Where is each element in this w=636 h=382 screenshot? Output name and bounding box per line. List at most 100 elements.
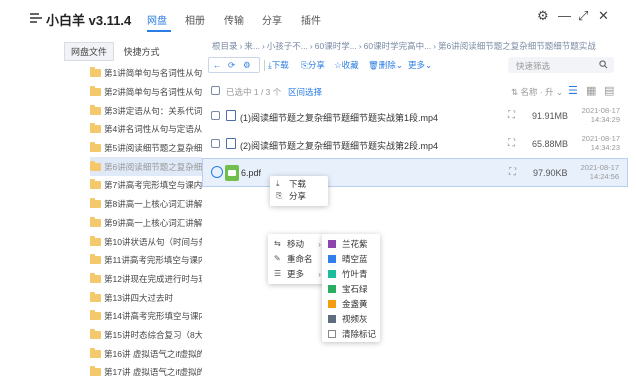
chevron-right-icon: › xyxy=(318,268,321,279)
search-icon[interactable] xyxy=(599,60,608,71)
grid-view-icon[interactable]: ▦ xyxy=(586,84,596,97)
color-tag-item[interactable]: 竹叶青 xyxy=(322,266,380,281)
breadcrumb-separator: › xyxy=(309,41,313,51)
folder-icon xyxy=(90,328,101,339)
folder-icon xyxy=(90,216,101,227)
folder-tree-item[interactable]: 第3讲定语从句：关系代词 xyxy=(90,101,202,120)
folder-tree-item[interactable]: 第14讲高考完形填空与课内 xyxy=(90,307,202,326)
tile-view-icon[interactable]: ▤ xyxy=(604,84,614,97)
file-row-selected[interactable]: 6.pdf ⛶ 97.90KB 2021-08-17 14:24:56 xyxy=(202,158,628,187)
breadcrumb-item[interactable]: 第6讲阅读细节题之复杂细节题细节题实战 xyxy=(438,41,596,51)
breadcrumb-item[interactable]: 根目录 xyxy=(212,41,238,51)
settings-small-icon[interactable]: ⚙ xyxy=(243,57,251,73)
breadcrumb-separator: › xyxy=(358,41,362,51)
menu-icon[interactable] xyxy=(28,10,44,26)
pdf-file-icon xyxy=(225,165,239,181)
folder-tree-item[interactable]: 第2讲简单句与名词性从句 xyxy=(90,83,202,102)
row-checkbox[interactable] xyxy=(211,111,220,120)
download-icon: ⤓ xyxy=(276,178,280,188)
color-tag-item[interactable]: 清除标记 xyxy=(322,326,380,341)
star-icon: ☆ xyxy=(334,59,342,70)
link-icon[interactable]: ⛶ xyxy=(508,138,515,149)
folder-tree-item[interactable]: 第13讲四大过去时 xyxy=(90,288,202,307)
left-tabs: 网盘文件 快捷方式 xyxy=(64,42,167,61)
folder-tree-item[interactable]: 第12讲现在完成进行时与现 xyxy=(90,270,202,289)
video-file-icon xyxy=(226,110,236,121)
select-all-checkbox[interactable] xyxy=(211,86,220,95)
color-tag-item[interactable]: 兰花紫 xyxy=(322,236,380,251)
list-view-icon[interactable]: ☰ xyxy=(568,84,578,97)
color-swatch xyxy=(328,269,336,278)
color-tag-item[interactable]: 视频灰 xyxy=(322,311,380,326)
share-icon: ⎘ xyxy=(276,191,283,200)
share-button[interactable]: ⎘ 分享 xyxy=(301,57,325,73)
maximize-icon[interactable]: ⤢ xyxy=(578,8,588,24)
tab-album[interactable]: 相册 xyxy=(185,12,205,27)
menu-item-move[interactable]: ⇆ 移动 › xyxy=(268,236,326,251)
tab-share[interactable]: 分享 xyxy=(262,12,282,27)
context-menu-top: ⤓ 下载 ⎘ 分享 xyxy=(270,176,328,206)
minimize-icon[interactable]: — xyxy=(558,8,571,23)
selected-check-icon[interactable] xyxy=(211,166,223,178)
folder-tree-item[interactable]: 第4讲名词性从句与定语从句 xyxy=(90,120,202,139)
toolbar: ← ⟳ ⚙ ⤓ 下载 ⎘ 分享 ☆ 收藏 🗑 删除 ⌄ 更多 ⌄ 快速筛选 xyxy=(208,57,628,75)
breadcrumb-item[interactable]: 来... xyxy=(244,41,260,51)
download-button[interactable]: ⤓ 下载 xyxy=(268,57,289,73)
folder-tree-item[interactable]: 第1讲简单句与名词性从句 xyxy=(90,64,202,83)
folder-tree-item[interactable]: 第8讲高一上核心词汇讲解 xyxy=(90,195,202,214)
folder-icon xyxy=(90,160,101,171)
search-input[interactable]: 快速筛选 xyxy=(508,57,614,73)
range-select-link[interactable]: 区间选择 xyxy=(288,86,322,98)
delete-button[interactable]: 🗑 删除 ⌄ xyxy=(368,57,403,73)
folder-tree-item[interactable]: 第6讲阅读细节题之复杂细节 xyxy=(90,157,202,177)
tab-netdisk-files[interactable]: 网盘文件 xyxy=(64,42,115,61)
folder-tree-item[interactable]: 第10讲状语从句（时间与条 xyxy=(90,232,202,251)
breadcrumb-item[interactable]: 60课时学... xyxy=(315,41,357,51)
breadcrumb-separator: › xyxy=(261,41,265,51)
folder-tree-item[interactable]: 第11讲高考完形填空与课内 xyxy=(90,251,202,270)
breadcrumb-separator: › xyxy=(239,41,243,51)
color-tag-submenu: 兰花紫 晴空蓝 竹叶青 宝石绿 金盏黄 视频灰 清除标记 xyxy=(322,234,380,342)
link-icon[interactable]: ⛶ xyxy=(509,167,516,178)
color-tag-item[interactable]: 晴空蓝 xyxy=(322,251,380,266)
menu-item-download[interactable]: ⤓ 下载 xyxy=(270,176,328,191)
menu-item-rename[interactable]: ✎ 重命名 xyxy=(268,251,326,266)
refresh-icon[interactable]: ⟳ xyxy=(228,57,235,73)
row-checkbox[interactable] xyxy=(211,139,220,148)
folder-tree-item[interactable]: 第16讲 虚拟语气之if虚拟的 xyxy=(90,344,202,363)
trash-icon: 🗑 xyxy=(368,59,379,70)
breadcrumb-item[interactable]: 小孩子不... xyxy=(267,41,308,51)
sort-dropdown[interactable]: ⇅ 名称 · 升 ⌄ xyxy=(511,86,563,98)
folder-tree-item[interactable]: 第5讲阅读细节题之复杂细节 xyxy=(90,139,202,158)
more-button[interactable]: 更多 ⌄ xyxy=(408,57,432,73)
list-header: 已选中 1 / 3 个 区间选择 ⇅ 名称 · 升 ⌄ ☰ ▦ ▤ xyxy=(208,83,628,99)
close-icon[interactable]: ✕ xyxy=(598,8,609,24)
color-swatch xyxy=(328,284,336,293)
tab-transfer[interactable]: 传输 xyxy=(224,12,244,27)
link-icon[interactable]: ⛶ xyxy=(508,110,515,121)
folder-icon xyxy=(90,347,101,358)
folder-icon xyxy=(90,179,101,190)
tab-plugins[interactable]: 插件 xyxy=(301,12,321,27)
settings-icon[interactable]: ⚙ xyxy=(537,8,549,24)
tab-netdisk[interactable]: 网盘 xyxy=(147,12,167,27)
breadcrumb-item[interactable]: 60课时学完高中... xyxy=(364,41,432,51)
folder-icon xyxy=(90,142,101,153)
folder-tree-item[interactable]: 第17讲 虚拟语气之if虚拟的 xyxy=(90,363,202,382)
favorite-button[interactable]: ☆ 收藏 xyxy=(334,57,359,73)
more-icon: ☰ xyxy=(274,269,282,278)
color-swatch xyxy=(328,314,336,323)
title-bar: 小白羊 v3.11.4 网盘 相册 传输 分享 插件 ⚙ — ⤢ ✕ xyxy=(0,0,636,36)
menu-item-more[interactable]: ☰ 更多 › xyxy=(268,266,326,281)
file-row[interactable]: (1)阅读细节题之复杂细节题细节题实战第1段.mp4 ⛶ 91.91MB 202… xyxy=(202,102,628,131)
back-icon[interactable]: ← xyxy=(213,57,222,73)
color-tag-item[interactable]: 金盏黄 xyxy=(322,296,380,311)
color-tag-item[interactable]: 宝石绿 xyxy=(322,281,380,296)
folder-tree-item[interactable]: 第7讲高考完形填空与课内 xyxy=(90,176,202,195)
file-row[interactable]: (2)阅读细节题之复杂细节题细节题实战第2段.mp4 ⛶ 65.88MB 202… xyxy=(202,130,628,159)
tab-shortcuts[interactable]: 快捷方式 xyxy=(117,42,167,61)
folder-tree-item[interactable]: 第9讲高一上核心词汇讲解 xyxy=(90,214,202,233)
menu-item-share[interactable]: ⎘ 分享 xyxy=(270,191,328,200)
edit-icon: ✎ xyxy=(274,254,281,263)
folder-tree-item[interactable]: 第15讲时态综合复习（8大 xyxy=(90,326,202,345)
